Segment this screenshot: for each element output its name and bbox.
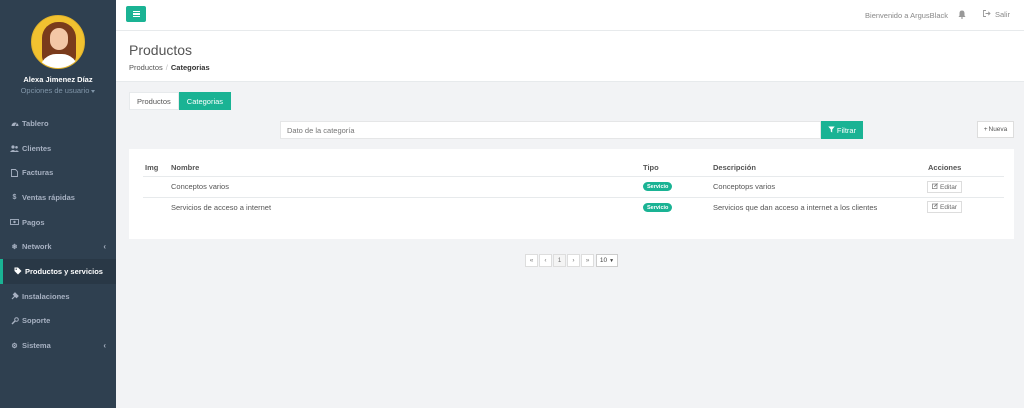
edit-icon <box>932 183 938 191</box>
sidebar-item-label: Facturas <box>22 168 54 178</box>
page-title: Productos <box>129 42 193 58</box>
user-profile: Alexa Jimenez Díaz Opciones de usuario <box>0 0 116 98</box>
dollar-icon: $ <box>12 193 17 201</box>
breadcrumb-separator: / <box>165 63 168 72</box>
bell-icon[interactable] <box>958 10 966 19</box>
sidebar-item-label: Clientes <box>22 143 52 153</box>
column-header-tipo: Tipo <box>643 163 659 172</box>
dashboard-icon <box>10 120 19 127</box>
tab-productos[interactable]: Productos <box>129 92 179 110</box>
plus-icon: + <box>983 126 988 133</box>
categories-table: Img Nombre Tipo Descripción Acciones Con… <box>129 149 1014 239</box>
page-size-select[interactable]: 10 ▼ <box>596 254 618 267</box>
caret-down-icon <box>91 89 96 93</box>
sidebar-item-label: Ventas rápidas <box>22 192 75 202</box>
edit-icon <box>932 203 938 211</box>
breadcrumb-item-productos[interactable]: Productos <box>129 63 163 72</box>
sidebar-item-productos-y-servicios[interactable]: Productos y servicios <box>0 259 116 284</box>
breadcrumb-item-categorias: Categorias <box>170 63 210 72</box>
network-icon: ❄ <box>11 243 18 251</box>
sidebar-item-label: Soporte <box>22 316 51 326</box>
top-navbar: Bienvenido a ArgusBlack Salir <box>116 0 1024 31</box>
sidebar-toggle-button[interactable] <box>126 6 146 22</box>
column-header-descripcion: Descripción <box>713 163 756 172</box>
tags-icon <box>13 267 22 275</box>
first-page-button[interactable]: « <box>525 254 538 267</box>
sidebar-item-label: Productos y servicios <box>25 266 103 276</box>
sidebar-item-label: Pagos <box>22 217 45 227</box>
tab-bar: Productos Categorias <box>129 92 232 110</box>
prev-page-button[interactable]: ‹ <box>539 254 552 267</box>
header-divider <box>143 176 1004 177</box>
users-icon <box>10 144 19 152</box>
sidebar-item-label: Instalaciones <box>22 291 70 301</box>
user-name: Alexa Jimenez Díaz <box>23 75 93 84</box>
wrench-icon <box>10 317 19 325</box>
sidebar-item-pagos[interactable]: Pagos <box>0 210 116 235</box>
sidebar-item-label: Sistema <box>22 341 51 351</box>
sidebar-item-network[interactable]: ❄ Network ‹ <box>0 234 116 259</box>
avatar[interactable] <box>31 15 85 69</box>
page-size-value: 10 <box>599 257 608 264</box>
cell-descripcion: Conceptops varios <box>713 182 776 191</box>
sidebar-item-facturas[interactable]: Facturas <box>0 160 116 185</box>
next-page-button[interactable]: › <box>567 254 580 267</box>
sidebar-item-sistema[interactable]: ⚙ Sistema ‹ <box>0 333 116 358</box>
breadcrumb: Productos / Categorias <box>129 63 210 72</box>
cell-descripcion: Servicios que dan acceso a internet a lo… <box>713 203 878 212</box>
filter-button[interactable]: Filtrar <box>821 121 863 139</box>
file-icon <box>10 168 19 177</box>
row-divider <box>143 197 1004 198</box>
chevron-left-icon: ‹ <box>103 242 106 252</box>
sidebar: Alexa Jimenez Díaz Opciones de usuario T… <box>0 0 116 408</box>
edit-button-label: Editar <box>940 203 957 211</box>
logout-label: Salir <box>994 10 1010 19</box>
column-header-acciones: Acciones <box>928 163 962 172</box>
sidebar-item-label: Tablero <box>22 118 49 128</box>
sidebar-item-instalaciones[interactable]: Instalaciones <box>0 284 116 309</box>
column-header-nombre: Nombre <box>171 163 200 172</box>
status-badge: Servicio <box>643 182 673 191</box>
last-page-button[interactable]: » <box>581 254 594 267</box>
cogs-icon: ⚙ <box>11 342 18 350</box>
edit-button[interactable]: Editar <box>927 201 962 213</box>
pagination: « ‹ 1 › » 10 ▼ <box>525 254 618 267</box>
sidebar-item-clientes[interactable]: Clientes <box>0 136 116 161</box>
user-options-dropdown[interactable]: Opciones de usuario <box>0 86 116 95</box>
cell-nombre: Conceptos varios <box>171 182 229 191</box>
install-icon <box>10 292 19 300</box>
edit-button-label: Editar <box>940 183 957 191</box>
welcome-message: Bienvenido a ArgusBlack <box>865 11 948 20</box>
status-badge: Servicio <box>643 203 673 212</box>
caret-down-icon: ▼ <box>609 257 615 264</box>
sidebar-nav: Tablero Clientes Facturas $ Ventas rápid… <box>0 111 116 358</box>
category-search-input[interactable] <box>280 121 821 139</box>
edit-button[interactable]: Editar <box>927 181 962 193</box>
filter-icon <box>828 126 835 135</box>
sidebar-item-ventas-rapidas[interactable]: $ Ventas rápidas <box>0 185 116 210</box>
logout-link[interactable]: Salir <box>983 10 1010 19</box>
sidebar-item-tablero[interactable]: Tablero <box>0 111 116 136</box>
page-number-button[interactable]: 1 <box>553 254 566 267</box>
filter-button-label: Filtrar <box>836 125 857 135</box>
cell-nombre: Servicios de acceso a internet <box>171 203 272 212</box>
tab-categorias[interactable]: Categorias <box>178 92 232 110</box>
new-category-button[interactable]: + Nueva <box>977 121 1014 138</box>
sidebar-item-label: Network <box>22 242 52 252</box>
new-button-label: Nueva <box>988 126 1008 133</box>
sign-out-icon <box>983 10 991 19</box>
chevron-left-icon: ‹ <box>103 341 106 351</box>
column-header-img: Img <box>145 163 159 172</box>
page-heading: Productos Productos / Categorias <box>116 31 1024 82</box>
money-icon <box>10 219 19 226</box>
sidebar-item-soporte[interactable]: Soporte <box>0 309 116 334</box>
